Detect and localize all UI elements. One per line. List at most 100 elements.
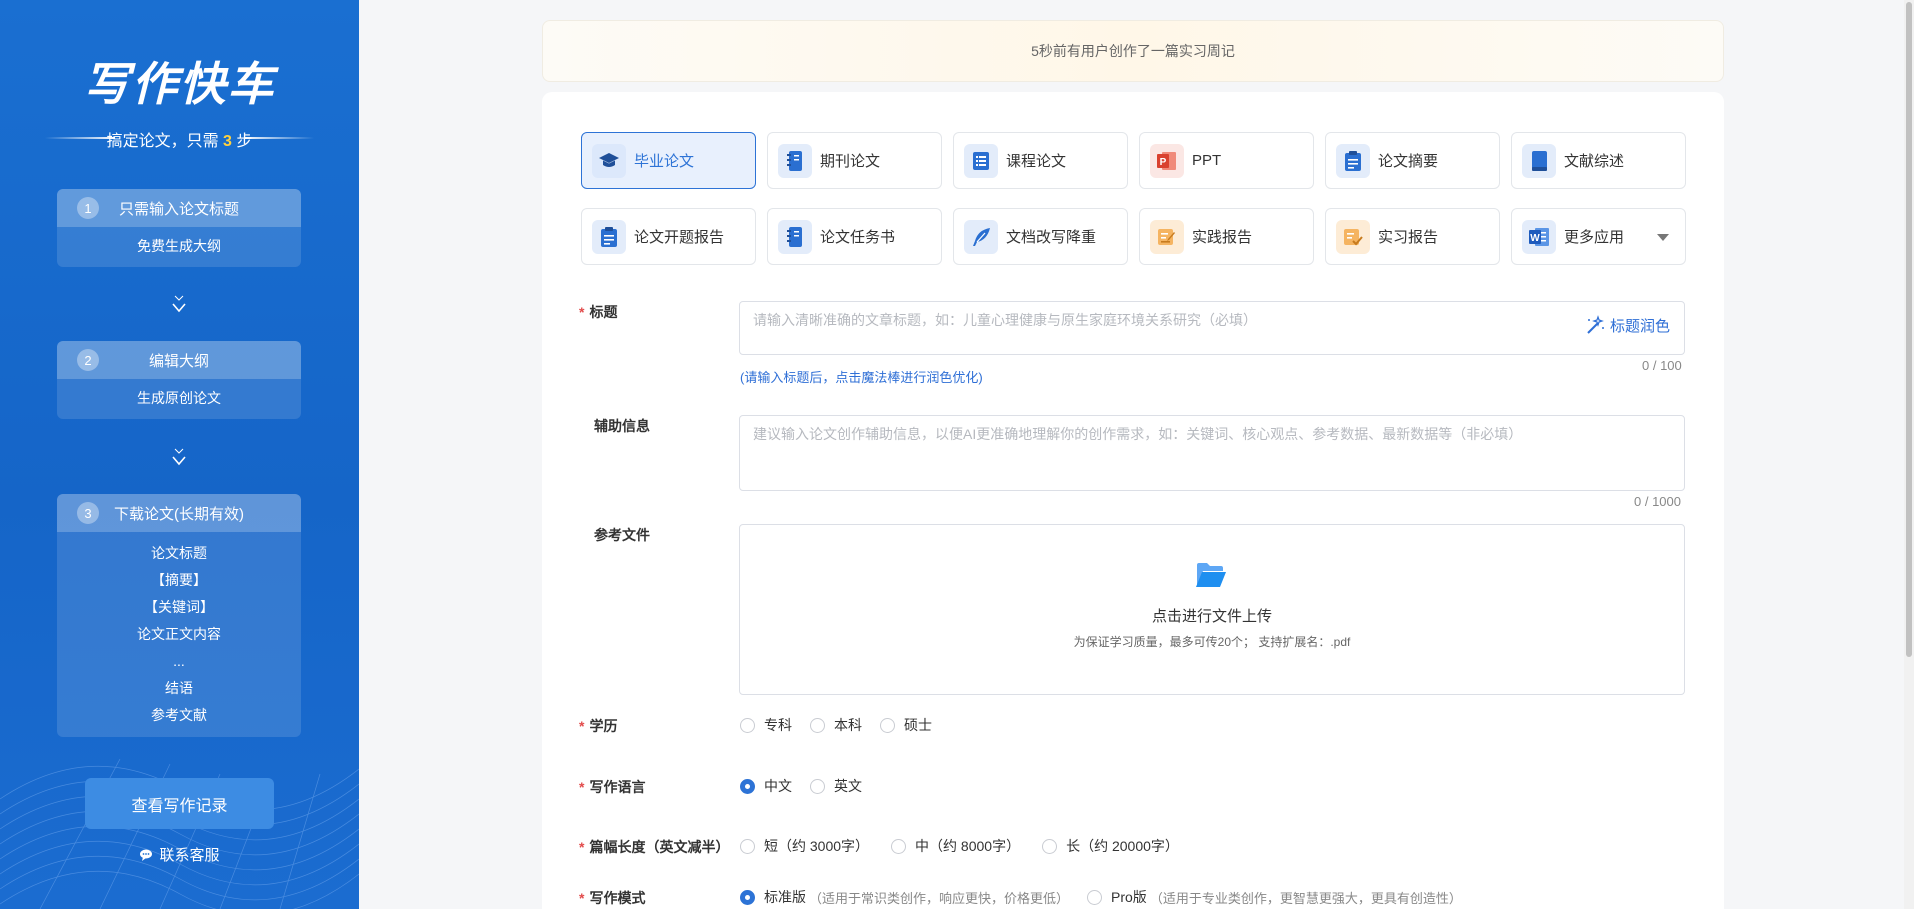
app-logo: 写作快车 <box>83 58 276 110</box>
clipboard-icon <box>1336 143 1370 178</box>
tile-label: 实践报告 <box>1192 229 1253 246</box>
step-3-item: 论文正文内容 <box>137 626 221 642</box>
mode-option-selected[interactable]: 标准版 （适用于常识类创作，响应更快，价格更低） <box>740 887 1069 907</box>
length-option[interactable]: 短（约 3000字） <box>740 836 869 856</box>
education-option[interactable]: 硕士 <box>880 715 932 735</box>
tile-journal-paper[interactable]: 期刊论文 <box>767 132 942 189</box>
step-1-card: 1 只需输入论文标题 免费生成大纲 <box>57 189 301 267</box>
title-hint: (请输入标题后，点击魔法棒进行润色优化) <box>740 370 983 385</box>
step-3-item: 结语 <box>165 680 193 696</box>
page-scrollbar[interactable] <box>1904 0 1914 909</box>
language-label-text: 写作语言 <box>589 779 646 795</box>
title-polish-button[interactable]: 标题润色 <box>1584 314 1670 336</box>
tile-label: 期刊论文 <box>820 153 881 170</box>
education-option-label: 硕士 <box>904 717 932 733</box>
length-option[interactable]: 长（约 20000字） <box>1042 836 1179 856</box>
word-icon: W <box>1522 219 1556 254</box>
chevron-down-icon <box>172 295 186 313</box>
length-option-label: 短（约 3000字） <box>764 838 870 854</box>
step-3-item: ... <box>173 653 185 669</box>
step-1-header: 1 只需输入论文标题 <box>57 189 301 227</box>
mode-option[interactable]: Pro版 （适用于专业类创作，更智慧更强大，更具有创造性） <box>1087 887 1462 907</box>
svg-text:W: W <box>1530 233 1540 244</box>
radio-circle <box>810 778 825 794</box>
tile-internship-report[interactable]: 实习报告 <box>1325 208 1500 265</box>
folder-icon <box>1196 563 1226 587</box>
radio-circle <box>740 838 755 854</box>
title-placeholder: 请输入清晰准确的文章标题，如：儿童心理健康与原生家庭环境关系研究（必填） <box>753 312 1257 328</box>
language-radio-group: 中文 英文 <box>740 776 880 796</box>
step-2-header: 2 编辑大纲 <box>57 341 301 379</box>
education-option-label: 专科 <box>764 717 792 733</box>
step-3-card: 3 下载论文(长期有效) 论文标题 【摘要】 【关键词】 论文正文内容 ... … <box>57 494 301 737</box>
step-3-number: 3 <box>77 502 99 524</box>
svg-text:P: P <box>1160 157 1167 168</box>
language-option-selected[interactable]: 中文 <box>740 776 792 796</box>
ref-file-label: 参考文件 <box>594 527 650 543</box>
slogan-prefix: 搞定论文，只需 <box>106 133 219 150</box>
slogan: 搞定论文，只需 3 步 <box>0 127 359 151</box>
education-option[interactable]: 专科 <box>740 715 792 735</box>
mode-option-name: Pro版 <box>1111 889 1147 905</box>
aux-counter: 0 / 1000 <box>1634 494 1681 509</box>
language-option-label: 中文 <box>764 778 792 794</box>
tile-task-book[interactable]: 论文任务书 <box>767 208 942 265</box>
view-history-button[interactable]: 查看写作记录 <box>85 778 274 829</box>
tile-practice-report[interactable]: 实践报告 <box>1139 208 1314 265</box>
aux-info-textarea[interactable]: 建议输入论文创作辅助信息，以便AI更准确地理解你的创作需求，如：关键词、核心观点… <box>739 415 1685 491</box>
clipboard-icon <box>592 219 626 254</box>
mode-label: * 写作模式 <box>579 890 646 906</box>
radio-circle-selected <box>740 778 755 794</box>
step-3-item: 参考文献 <box>151 707 207 723</box>
check-note-icon <box>1336 219 1370 254</box>
step-2-number: 2 <box>77 349 99 371</box>
tile-rewrite[interactable]: 文档改写降重 <box>953 208 1128 265</box>
tile-course-paper[interactable]: 课程论文 <box>953 132 1128 189</box>
tile-literature-review[interactable]: 文献综述 <box>1511 132 1686 189</box>
edit-note-icon <box>1150 219 1184 254</box>
education-radio-group: 专科 本科 硕士 <box>740 715 950 735</box>
upload-subtitle: 为保证学习质量，最多可传20个； 支持扩展名：.pdf <box>1073 635 1351 649</box>
radio-circle <box>880 717 895 733</box>
title-input[interactable]: 请输入清晰准确的文章标题，如：儿童心理健康与原生家庭环境关系研究（必填） 标题润… <box>739 301 1685 355</box>
language-option[interactable]: 英文 <box>810 776 862 796</box>
tile-label: 毕业论文 <box>634 153 695 170</box>
ppt-icon: P <box>1150 143 1184 178</box>
radio-circle <box>740 717 755 733</box>
journal-icon <box>778 143 812 178</box>
title-polish-label: 标题润色 <box>1609 317 1670 335</box>
file-upload-area[interactable]: 点击进行文件上传 为保证学习质量，最多可传20个； 支持扩展名：.pdf <box>739 524 1685 695</box>
feather-icon <box>964 219 998 254</box>
mode-radio-group: 标准版 （适用于常识类创作，响应更快，价格更低） Pro版 （适用于专业类创作，更智… <box>740 887 1480 907</box>
tile-label: PPT <box>1192 152 1222 169</box>
tile-label: 文档改写降重 <box>1006 229 1097 246</box>
title-label-text: 标题 <box>589 304 618 320</box>
education-option[interactable]: 本科 <box>810 715 862 735</box>
tile-more-apps[interactable]: W 更多应用 <box>1511 208 1686 265</box>
tile-abstract[interactable]: 论文摘要 <box>1325 132 1500 189</box>
step-3-item: 论文标题 <box>151 545 207 561</box>
step-3-item: 【关键词】 <box>144 599 214 615</box>
length-label: * 篇幅长度（英文减半） <box>579 839 730 855</box>
language-label: * 写作语言 <box>579 779 646 795</box>
title-counter: 0 / 100 <box>1642 358 1682 373</box>
education-label-text: 学历 <box>589 718 618 734</box>
mode-label-text: 写作模式 <box>589 890 646 906</box>
step-3-item: 【摘要】 <box>151 572 207 588</box>
step-1-item: 免费生成大纲 <box>137 238 221 254</box>
tile-label: 更多应用 <box>1564 229 1625 246</box>
magic-wand-icon <box>1587 315 1604 334</box>
scrollbar-thumb[interactable] <box>1906 2 1912 657</box>
caret-down-icon <box>1657 234 1669 241</box>
slogan-divider-right <box>244 137 314 139</box>
mode-option-desc: （适用于专业类创作，更智慧更强大，更具有创造性） <box>1149 890 1462 906</box>
length-option[interactable]: 中（约 8000字） <box>891 836 1020 856</box>
tile-ppt[interactable]: P PPT <box>1139 132 1314 189</box>
tile-proposal-report[interactable]: 论文开题报告 <box>581 208 756 265</box>
step-3-header: 3 下载论文(长期有效) <box>57 494 301 532</box>
contact-service-link[interactable]: 联系客服 <box>0 844 359 865</box>
tile-label: 实习报告 <box>1378 229 1439 246</box>
tile-graduation-thesis[interactable]: 毕业论文 <box>581 132 756 189</box>
journal-icon <box>778 219 812 254</box>
length-option-label: 长（约 20000字） <box>1066 838 1179 854</box>
